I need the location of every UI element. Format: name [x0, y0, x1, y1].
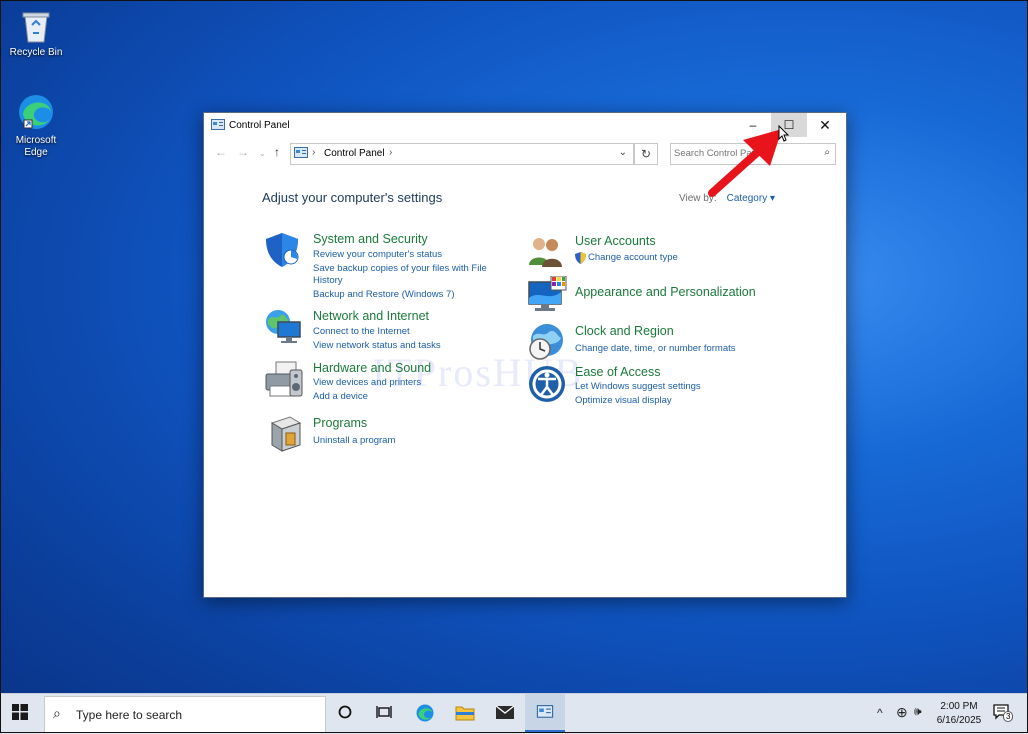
annotation-arrow-icon: [708, 129, 782, 197]
mouse-cursor-icon: [778, 125, 790, 142]
